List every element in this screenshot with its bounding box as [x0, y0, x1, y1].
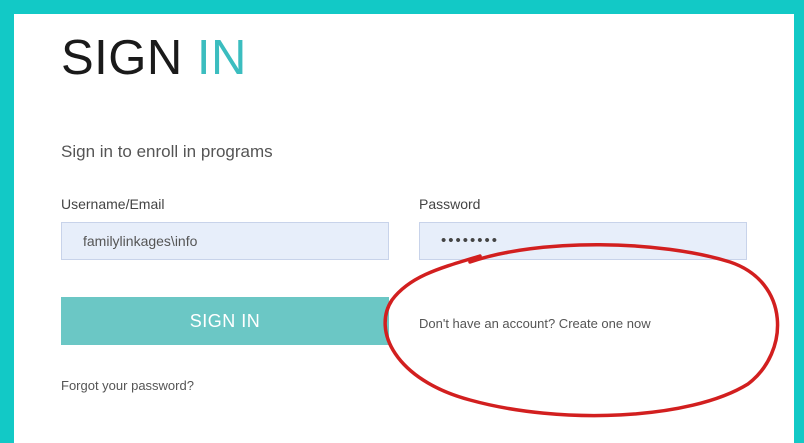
forgot-password-link[interactable]: Forgot your password? — [61, 378, 194, 393]
password-field[interactable]: •••••••• — [419, 222, 747, 260]
username-field[interactable]: familylinkages\info — [61, 222, 389, 260]
page-title-accent: IN — [196, 31, 247, 85]
page-title-main: SIGN — [61, 31, 183, 85]
create-account-link[interactable]: Don't have an account? Create one now — [419, 316, 651, 331]
username-label: Username/Email — [61, 196, 165, 212]
sign-in-button[interactable]: SIGN IN — [61, 297, 389, 345]
password-label: Password — [419, 196, 481, 212]
page-subtitle: Sign in to enroll in programs — [61, 142, 273, 161]
page-title: SIGN IN — [61, 34, 247, 83]
